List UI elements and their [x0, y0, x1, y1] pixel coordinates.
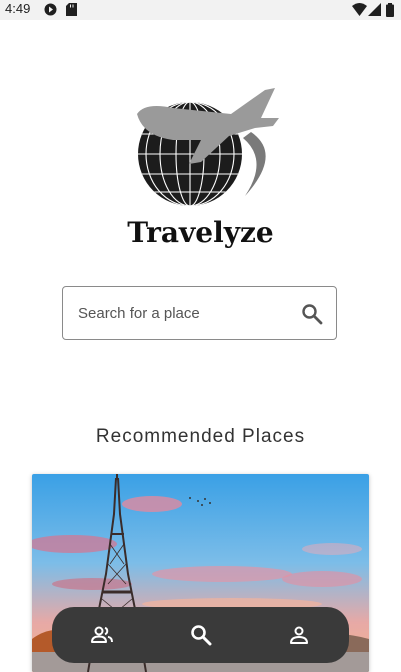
wifi-icon	[352, 3, 367, 16]
search-icon[interactable]	[189, 623, 213, 647]
bottom-navigation	[52, 607, 349, 663]
status-time: 4:49	[5, 1, 31, 16]
search-icon[interactable]	[300, 302, 324, 326]
globe-airplane-logo	[137, 88, 279, 206]
search-input[interactable]: Search for a place	[62, 286, 337, 340]
person-icon[interactable]	[287, 623, 311, 647]
sd-card-icon	[66, 3, 77, 16]
recommended-places-title: Recommended Places	[95, 426, 306, 447]
status-bar: 4:49	[0, 0, 401, 20]
battery-icon	[386, 3, 394, 17]
people-icon[interactable]	[90, 623, 114, 647]
play-protect-icon	[44, 3, 57, 16]
signal-icon	[368, 3, 381, 16]
search-placeholder: Search for a place	[78, 305, 200, 322]
brand-name: Travelyze	[127, 216, 274, 249]
